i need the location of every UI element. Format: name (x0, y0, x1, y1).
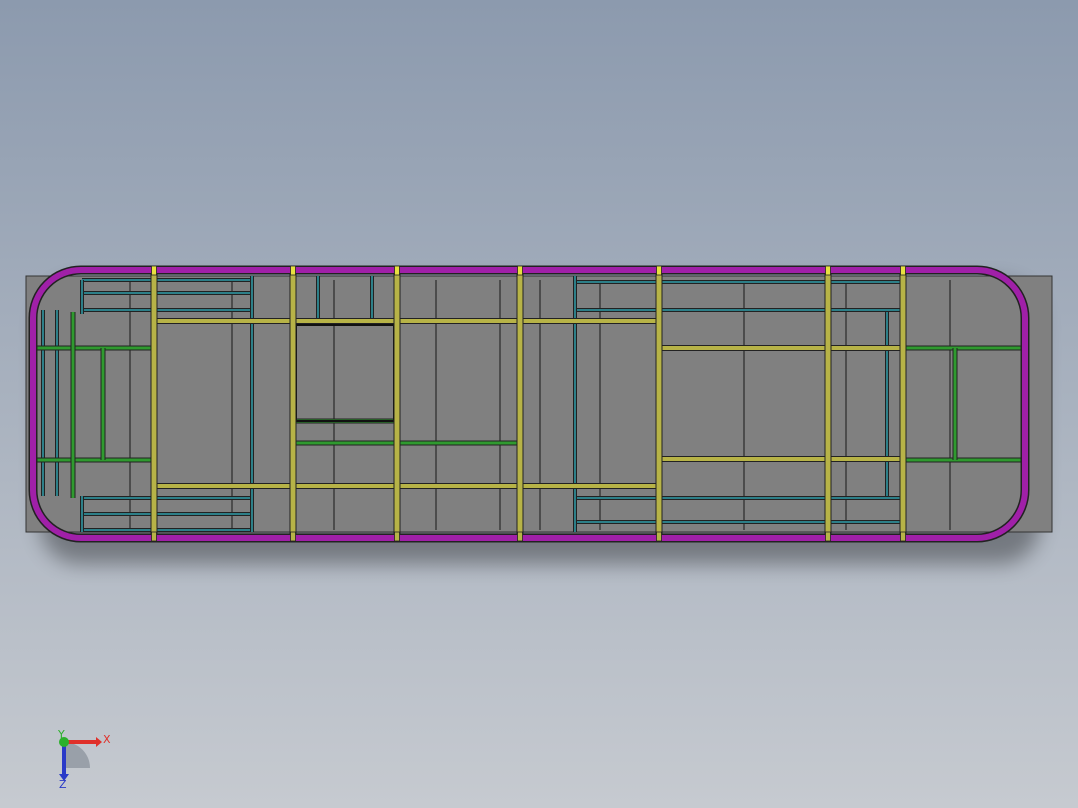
cross-member-cap-bottom-5 (825, 531, 831, 542)
view-orientation-triad: X Y Z (57, 730, 111, 791)
cross-member-cap-bottom-4 (656, 531, 662, 542)
y-axis-label: Y (57, 730, 65, 741)
floor-panel (25, 275, 1053, 533)
triad-sphere-shadow (64, 742, 90, 768)
cross-member-cap-top-6 (900, 265, 906, 276)
cad-graphics-viewport[interactable]: X Y Z (0, 0, 1078, 808)
cross-member-cap-bottom-1 (290, 531, 296, 542)
cross-member-cap-top-3 (517, 265, 523, 276)
chassis-frame-model[interactable] (25, 265, 1053, 543)
cross-member-cap-bottom-0 (151, 531, 157, 542)
cross-member-cap-bottom-6 (900, 531, 906, 542)
x-axis-arrowhead (96, 737, 102, 747)
cross-member-cap-top-0 (151, 265, 157, 276)
cross-member-cap-top-5 (825, 265, 831, 276)
x-axis-label: X (103, 733, 111, 746)
cross-member-cap-top-1 (290, 265, 296, 276)
cross-member-cap-top-2 (394, 265, 400, 276)
cross-member-cap-bottom-3 (517, 531, 523, 542)
model-view[interactable] (0, 0, 1078, 808)
cross-member-cap-bottom-2 (394, 531, 400, 542)
z-axis-label: Z (59, 778, 67, 791)
cross-member-cap-top-4 (656, 265, 662, 276)
